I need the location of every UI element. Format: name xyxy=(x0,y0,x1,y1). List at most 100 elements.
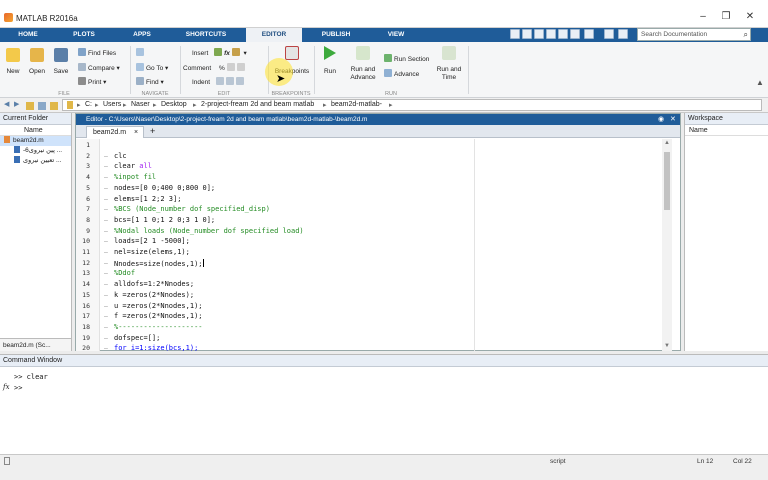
code-line[interactable]: clc xyxy=(114,152,127,160)
comment-button[interactable]: Comment % xyxy=(183,63,247,72)
scroll-down-icon[interactable]: ▼ xyxy=(664,343,670,349)
breakpoint-dash[interactable]: – xyxy=(104,303,108,310)
editor-options-icon[interactable]: ◉ xyxy=(658,115,664,123)
code-line[interactable]: Nnodes=size(nodes,1); xyxy=(114,258,204,268)
run-and-advance-button[interactable]: Run and Advance xyxy=(346,46,380,82)
collapse-toolstrip-icon[interactable]: ▲ xyxy=(756,78,764,87)
code-line[interactable]: %Nodal loads (Node_number dof specified … xyxy=(114,227,304,235)
editor-tab-beam2d[interactable]: beam2d.m × xyxy=(86,126,144,138)
command-window[interactable]: Command Window >> clear fx >> xyxy=(0,354,768,454)
code-line[interactable]: alldofs=1:2*Nnodes; xyxy=(114,280,194,288)
save-button[interactable]: Save xyxy=(50,48,72,75)
breakpoint-dash[interactable]: – xyxy=(104,260,108,267)
command-prompt[interactable]: >> xyxy=(14,384,22,392)
crumb-users[interactable]: Users xyxy=(103,101,121,108)
search-icon[interactable]: ⌕ xyxy=(744,29,748,40)
goto-button[interactable]: Go To ▾ xyxy=(136,63,168,72)
run-button[interactable]: Run xyxy=(318,46,342,75)
code-line[interactable]: k =zeros(2*Nnodes); xyxy=(114,291,194,299)
tab-apps[interactable]: APPS xyxy=(122,28,162,42)
open-button[interactable]: Open xyxy=(26,48,48,75)
copy-quick-icon[interactable] xyxy=(534,29,544,39)
tab-close-icon[interactable]: × xyxy=(134,129,138,136)
current-folder-name-column[interactable]: Name xyxy=(0,125,71,136)
run-section-button[interactable]: Run Section xyxy=(384,54,429,63)
breakpoint-dash[interactable]: – xyxy=(104,270,108,277)
code-line[interactable]: u =zeros(2*Nnodes,1); xyxy=(114,302,203,310)
nav-back-icon[interactable] xyxy=(136,48,146,57)
compare-button[interactable]: Compare ▾ xyxy=(78,63,120,72)
undo-quick-icon[interactable] xyxy=(558,29,568,39)
close-button[interactable]: ✕ xyxy=(740,10,760,24)
breakpoint-dash[interactable]: – xyxy=(104,292,108,299)
insert-button[interactable]: Insert fx ▾ xyxy=(192,48,247,57)
tab-publish[interactable]: PUBLISH xyxy=(314,28,358,42)
breakpoint-dash[interactable]: – xyxy=(104,238,108,245)
breakpoint-dash[interactable]: – xyxy=(104,249,108,256)
new-button[interactable]: New xyxy=(2,48,24,75)
find-button[interactable]: Find ▾ xyxy=(136,77,164,86)
breakpoint-dash[interactable]: – xyxy=(104,345,108,351)
tab-view[interactable]: VIEW xyxy=(376,28,416,42)
breakpoint-dash[interactable]: – xyxy=(104,206,108,213)
code-line[interactable]: nel=size(elems,1); xyxy=(114,248,190,256)
file-item[interactable]: تعیین نیروی ... xyxy=(0,156,71,166)
breakpoint-dash[interactable]: – xyxy=(104,324,108,331)
file-item[interactable]: -6پین نیروی ... xyxy=(0,146,71,156)
save-quick-icon[interactable] xyxy=(510,29,520,39)
find-files-button[interactable]: Find Files xyxy=(78,48,116,57)
browse-folder-icon[interactable] xyxy=(38,102,46,110)
run-and-time-button[interactable]: Run and Time xyxy=(432,46,466,82)
breakpoint-dash[interactable]: – xyxy=(104,185,108,192)
breakpoint-dash[interactable]: – xyxy=(104,335,108,342)
crumb-desktop[interactable]: Desktop xyxy=(161,101,187,108)
code-line[interactable]: %BCS (Node_number dof specified_disp) xyxy=(114,205,270,213)
breakpoint-dash[interactable]: – xyxy=(104,196,108,203)
breakpoint-dash[interactable]: – xyxy=(104,313,108,320)
community-icon[interactable] xyxy=(618,29,628,39)
editor-scroll-thumb[interactable] xyxy=(664,152,670,210)
code-line[interactable]: dofspec=[]; xyxy=(114,334,160,342)
code-line[interactable]: clear all xyxy=(114,162,152,170)
indent-button[interactable]: Indent xyxy=(192,77,246,86)
breakpoint-dash[interactable]: – xyxy=(104,153,108,160)
code-line[interactable]: f =zeros(2*Nnodes,1); xyxy=(114,312,203,320)
breakpoint-dash[interactable]: – xyxy=(104,228,108,235)
forward-arrow-icon[interactable]: ▶ xyxy=(14,100,19,108)
redo-quick-icon[interactable] xyxy=(570,29,580,39)
crumb-user[interactable]: Naser xyxy=(131,101,150,108)
code-line[interactable]: nodes=[0 0;400 0;800 0]; xyxy=(114,184,215,192)
advance-button[interactable]: Advance xyxy=(384,69,419,78)
editor-close-icon[interactable]: ✕ xyxy=(670,115,676,123)
file-item[interactable]: beam2d.m xyxy=(0,136,71,146)
code-line[interactable]: elems=[1 2;2 3]; xyxy=(114,195,181,203)
cut-quick-icon[interactable] xyxy=(522,29,532,39)
code-line[interactable]: %-------------------- xyxy=(114,323,203,331)
code-line[interactable]: %inpot fil xyxy=(114,173,156,181)
code-line[interactable]: loads=[2 1 -5000]; xyxy=(114,237,190,245)
code-area[interactable]: – clc – clear all – %inpot fil – nodes=[0 0;400… xyxy=(76,139,662,351)
breakpoint-dash[interactable]: – xyxy=(104,217,108,224)
breakpoint-dash[interactable]: – xyxy=(104,163,108,170)
up-folder-icon[interactable] xyxy=(26,102,34,110)
minimize-button[interactable]: – xyxy=(693,10,713,24)
crumb-drive[interactable]: C: xyxy=(85,101,92,108)
scroll-up-icon[interactable]: ▲ xyxy=(664,140,670,146)
search-input[interactable]: Search Documentation ⌕ xyxy=(637,28,751,41)
tab-home[interactable]: HOME xyxy=(8,28,48,42)
help-icon[interactable] xyxy=(604,29,614,39)
maximize-button[interactable]: ❐ xyxy=(716,10,736,24)
tab-shortcuts[interactable]: SHORTCUTS xyxy=(180,28,232,42)
code-line[interactable]: %Ddof xyxy=(114,269,135,277)
workspace-name-column[interactable]: Name xyxy=(685,125,768,136)
crumb-project[interactable]: 2-project-fream 2d and beam matlab xyxy=(201,101,314,108)
code-line[interactable]: for i=1:size(bcs,1); xyxy=(114,344,198,351)
code-line[interactable]: bcs=[1 1 0;1 2 0;3 1 0]; xyxy=(114,216,215,224)
crumb-folder[interactable]: beam2d-matlab- xyxy=(331,101,382,108)
print-button[interactable]: Print ▾ xyxy=(78,77,106,86)
paste-quick-icon[interactable] xyxy=(546,29,556,39)
fx-icon[interactable]: fx xyxy=(224,50,230,57)
breakpoint-dash[interactable]: – xyxy=(104,174,108,181)
fx-icon[interactable]: fx xyxy=(3,383,10,391)
switch-windows-icon[interactable] xyxy=(584,29,594,39)
